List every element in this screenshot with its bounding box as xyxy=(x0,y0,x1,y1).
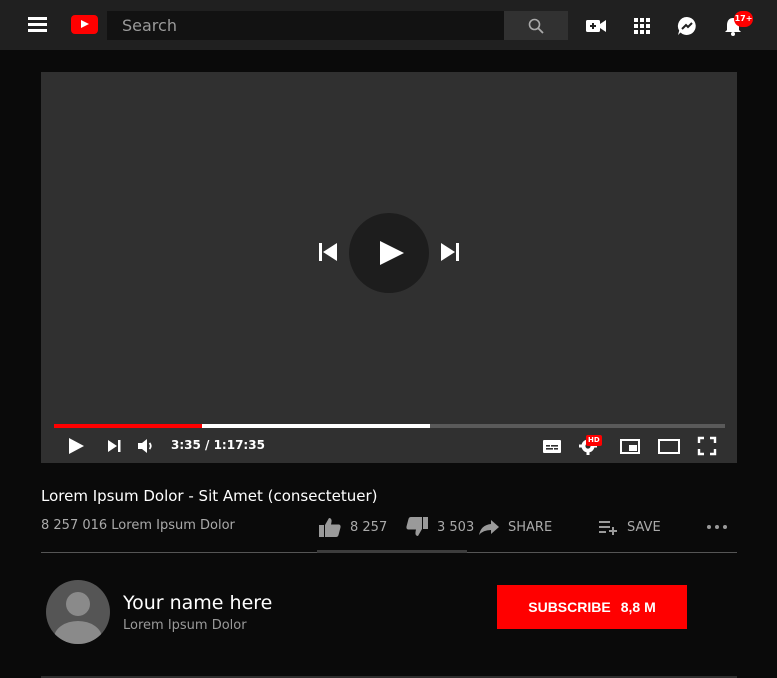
play-icon[interactable] xyxy=(65,435,87,457)
miniplayer-icon[interactable] xyxy=(619,435,641,457)
previous-icon[interactable] xyxy=(317,241,339,263)
more-options-icon[interactable] xyxy=(705,520,729,534)
notification-badge: 17+ xyxy=(734,11,753,27)
save-button[interactable]: SAVE xyxy=(599,515,661,539)
thumbs-up-icon xyxy=(319,518,341,537)
search-input[interactable] xyxy=(107,11,504,40)
share-icon xyxy=(479,520,499,535)
create-video-icon[interactable] xyxy=(585,15,607,37)
next-icon[interactable] xyxy=(439,241,461,263)
menu-icon[interactable] xyxy=(28,17,47,32)
share-label: SHARE xyxy=(508,519,553,535)
view-count: 8 257 016 Lorem Ipsum Dolor xyxy=(41,518,235,533)
user-icon xyxy=(54,592,102,644)
video-title: Lorem Ipsum Dolor - Sit Amet (consectetu… xyxy=(41,487,378,505)
subscriber-count: 8,8 M xyxy=(620,599,656,615)
dislike-button[interactable]: 3 503 xyxy=(405,515,474,539)
top-bar: 17+ xyxy=(0,0,777,50)
subscribe-label: SUBSCRIBE xyxy=(528,599,611,615)
avatar[interactable] xyxy=(46,580,110,644)
subscribe-button[interactable]: SUBSCRIBE 8,8 M xyxy=(497,585,687,629)
channel-name[interactable]: Your name here xyxy=(123,592,272,614)
search-button[interactable] xyxy=(504,11,568,40)
progress-bar[interactable] xyxy=(54,424,725,428)
theater-icon[interactable] xyxy=(658,435,680,457)
save-label: SAVE xyxy=(627,519,661,535)
hd-badge: HD xyxy=(586,435,602,446)
sentiment-bar xyxy=(317,550,467,553)
playlist-add-icon xyxy=(599,521,617,535)
youtube-logo[interactable] xyxy=(71,15,98,34)
share-button[interactable]: SHARE xyxy=(478,515,552,539)
like-button[interactable]: 8 257 xyxy=(318,515,387,539)
center-play-button[interactable] xyxy=(349,213,429,293)
like-count: 8 257 xyxy=(350,519,388,535)
next-icon[interactable] xyxy=(103,435,125,457)
time-display: 3:35 / 1:17:35 xyxy=(171,438,265,452)
apps-icon[interactable] xyxy=(631,15,653,37)
dislike-count: 3 503 xyxy=(437,519,475,535)
search-icon xyxy=(528,18,544,34)
messages-icon[interactable] xyxy=(676,15,698,37)
video-player[interactable]: 3:35 / 1:17:35 HD xyxy=(41,72,737,463)
channel-subtitle: Lorem Ipsum Dolor xyxy=(123,618,247,633)
fullscreen-icon[interactable] xyxy=(696,435,718,457)
thumbs-down-icon xyxy=(406,517,428,536)
volume-icon[interactable] xyxy=(135,435,157,457)
progress-played xyxy=(54,424,202,428)
subtitles-icon[interactable] xyxy=(541,435,563,457)
play-icon xyxy=(380,241,404,265)
